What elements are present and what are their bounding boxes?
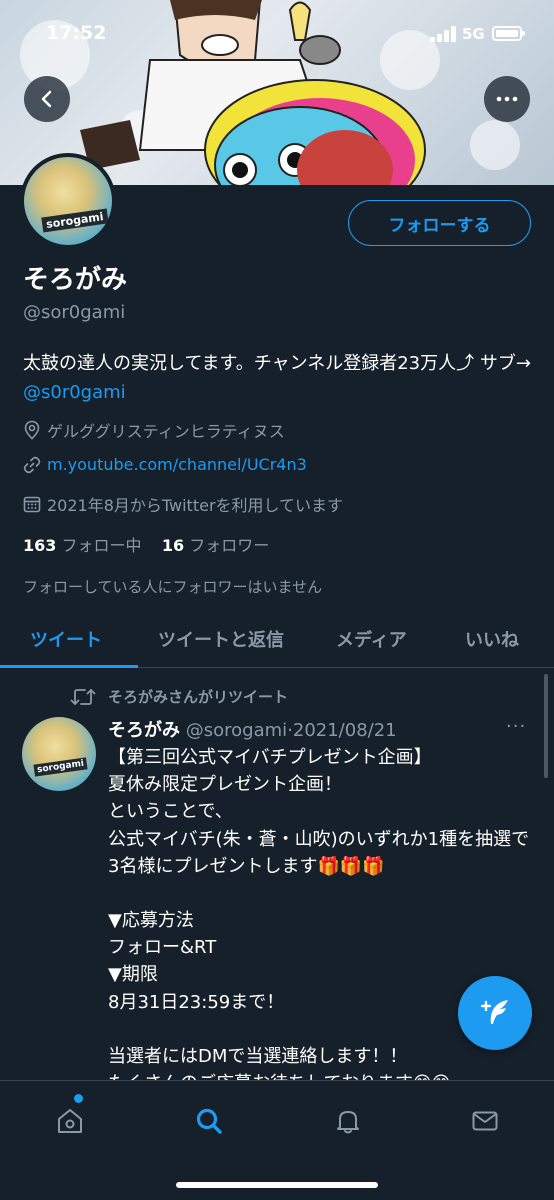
tweet-line: 【第三回公式マイバチプレゼント企画】 — [108, 747, 432, 768]
website-link[interactable]: m.youtube.com/channel/UCr4n3 — [47, 455, 307, 474]
profile-bio: 太鼓の達人の実況してます。チャンネル登録者23万人⤴︎ サブ→ @s0r0gam… — [23, 349, 543, 407]
profile-avatar[interactable]: sorogami — [20, 153, 116, 249]
avatar-logo-text: sorogami — [41, 208, 109, 233]
tweet-line — [108, 880, 538, 907]
profile-location: ゲルググリスティンヒラティヌス — [23, 418, 285, 442]
follow-button[interactable]: フォローする — [348, 200, 531, 246]
compose-tweet-icon — [480, 1000, 508, 1024]
tweet-line: 夏休み限定プレゼント企画！ — [108, 774, 342, 796]
tweet-author-name[interactable]: そろがみ — [108, 720, 180, 741]
network-label: 5G — [462, 25, 485, 43]
tweet-line: ということで、 — [108, 801, 233, 823]
tweet-header: そろがみ @sorogami·2021/08/21 — [108, 716, 397, 742]
profile-website[interactable]: m.youtube.com/channel/UCr4n3 — [23, 455, 307, 474]
nav-search[interactable] — [189, 1101, 229, 1141]
location-icon — [24, 420, 40, 440]
tweet-author-avatar[interactable]: sorogami — [22, 717, 96, 791]
avatar-logo-text: sorogami — [33, 757, 88, 777]
followers-link[interactable]: 16 フォロワー — [162, 536, 269, 555]
followers-label: フォロワー — [189, 536, 270, 555]
nav-messages[interactable] — [465, 1101, 505, 1141]
back-button[interactable] — [24, 76, 70, 122]
tweet-line: 当選者にはDMで当選連絡します！！ — [108, 1045, 408, 1067]
home-indicator[interactable] — [176, 1182, 378, 1188]
tweet-date[interactable]: 2021/08/21 — [293, 720, 397, 741]
location-text: ゲルググリスティンヒラティヌス — [47, 422, 285, 441]
joined-text: 2021年8月からTwitterを利用しています — [47, 496, 344, 515]
signal-icon — [430, 26, 456, 42]
active-tab-indicator — [0, 665, 138, 668]
no-mutual-followers: フォローしている人にフォロワーはいません — [23, 578, 323, 596]
calendar-icon — [23, 496, 41, 513]
back-arrow-icon — [41, 90, 52, 108]
scrollbar[interactable] — [544, 674, 548, 778]
following-count: 163 — [23, 536, 57, 555]
home-icon — [58, 1109, 82, 1133]
battery-icon — [492, 26, 525, 41]
followers-count: 16 — [161, 536, 185, 555]
tab-likes[interactable]: いいね — [465, 626, 519, 652]
profile-name: そろがみ — [23, 265, 128, 295]
retweet-icon — [70, 688, 96, 705]
retweet-label: そろがみさんがリツイート — [108, 688, 289, 706]
search-icon — [196, 1108, 222, 1134]
profile-tabs: ツイート ツイートと返信 メディア いいね — [0, 612, 554, 668]
profile-joined: 2021年8月からTwitterを利用しています — [23, 492, 343, 516]
tweet-line: 公式マイバチ(朱・蒼・山吹)のいずれか1種を抽選で3名様にプレゼントします🎁🎁🎁 — [108, 828, 530, 877]
following-label: フォロー中 — [61, 536, 142, 555]
tweet-line: ▼応募方法 — [108, 910, 194, 932]
tab-media[interactable]: メディア — [336, 626, 407, 652]
more-options-button[interactable] — [484, 76, 530, 122]
profile-handle: @sor0gami — [23, 302, 126, 323]
status-bar: 17:52 5G — [0, 0, 554, 70]
link-icon — [23, 456, 41, 473]
follow-counts: 163 フォロー中 16 フォロワー — [23, 532, 269, 556]
tweet-more-button[interactable]: ··· — [506, 716, 526, 737]
nav-notifications[interactable] — [328, 1101, 368, 1141]
tweet-author-handle[interactable]: @sorogami — [186, 720, 287, 741]
status-time: 17:52 — [46, 22, 107, 44]
tweet-line: たくさんのご応募お待ちしております😊😊 — [108, 1070, 538, 1080]
bio-text: 太鼓の達人の実況してます。チャンネル登録者23万人⤴︎ サブ→ — [23, 353, 531, 374]
nav-home[interactable] — [50, 1101, 90, 1141]
notifications-icon — [337, 1111, 359, 1134]
tab-tweets-replies[interactable]: ツイートと返信 — [158, 626, 284, 652]
following-link[interactable]: 163 フォロー中 — [23, 536, 142, 555]
more-icon — [496, 96, 518, 102]
retweet-indicator[interactable]: そろがみさんがリツイート — [70, 686, 288, 707]
tab-tweets[interactable]: ツイート — [30, 626, 102, 652]
bio-mention-link[interactable]: @s0r0gami — [23, 382, 126, 403]
home-notification-dot — [74, 1094, 83, 1103]
messages-icon — [472, 1111, 498, 1131]
tweet-line: フォロー&RT — [108, 937, 217, 959]
compose-tweet-button[interactable] — [458, 976, 532, 1050]
